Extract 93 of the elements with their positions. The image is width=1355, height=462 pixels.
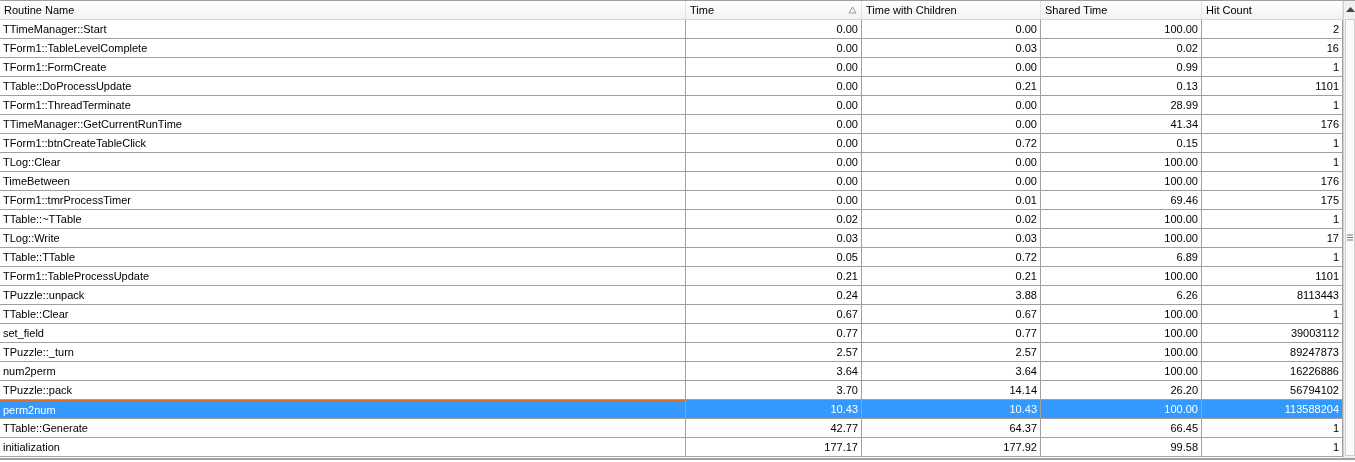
table-cell[interactable]: 66.45 (1041, 419, 1202, 438)
table-cell[interactable]: set_field (0, 324, 686, 343)
table-cell[interactable]: TTable::~TTable (0, 210, 686, 229)
column-header[interactable]: Routine Name (0, 1, 686, 20)
table-cell[interactable]: 0.00 (862, 58, 1041, 77)
table-cell[interactable]: 100.00 (1041, 229, 1202, 248)
table-cell[interactable]: 100.00 (1041, 324, 1202, 343)
table-cell[interactable]: 0.67 (862, 305, 1041, 324)
table-cell[interactable]: 100.00 (1041, 343, 1202, 362)
table-cell[interactable]: 100.00 (1041, 362, 1202, 381)
table-cell[interactable]: 42.77 (686, 419, 862, 438)
table-cell[interactable]: 100.00 (1041, 153, 1202, 172)
table-cell[interactable]: initialization (0, 438, 686, 457)
table-cell[interactable]: 0.00 (686, 172, 862, 191)
table-cell[interactable]: TForm1::ThreadTerminate (0, 96, 686, 115)
table-cell[interactable]: TLog::Write (0, 229, 686, 248)
table-cell[interactable]: TForm1::TableLevelComplete (0, 39, 686, 58)
table-cell[interactable]: 0.00 (686, 20, 862, 39)
table-cell[interactable]: 0.03 (686, 229, 862, 248)
table-cell[interactable]: 0.03 (862, 39, 1041, 58)
table-cell[interactable]: 0.01 (862, 191, 1041, 210)
table-cell[interactable]: TPuzzle::_turn (0, 343, 686, 362)
table-cell[interactable]: 0.24 (686, 286, 862, 305)
table-cell[interactable]: 100.00 (1041, 172, 1202, 191)
table-cell[interactable]: 3.88 (862, 286, 1041, 305)
grip-icon (1347, 234, 1353, 241)
table-cell[interactable]: 100.00 (1041, 210, 1202, 229)
table-cell[interactable]: 6.89 (1041, 248, 1202, 267)
column-header[interactable]: Hit Count (1202, 1, 1343, 20)
table-cell[interactable]: TLog::Clear (0, 153, 686, 172)
table-cell[interactable]: TForm1::TableProcessUpdate (0, 267, 686, 286)
table-cell[interactable]: 100.00 (1041, 267, 1202, 286)
table-cell[interactable]: 0.72 (862, 248, 1041, 267)
table-cell[interactable]: 0.72 (862, 134, 1041, 153)
table-cell[interactable]: 3.64 (686, 362, 862, 381)
table-cell[interactable]: TForm1::FormCreate (0, 58, 686, 77)
scroll-up-icon[interactable] (1345, 7, 1355, 13)
table-cell[interactable]: 64.37 (862, 419, 1041, 438)
table-cell[interactable]: 0.05 (686, 248, 862, 267)
table-cell[interactable]: 2.57 (862, 343, 1041, 362)
table-cell[interactable]: 0.21 (686, 267, 862, 286)
table-cell[interactable]: 0.03 (862, 229, 1041, 248)
table-cell[interactable]: 0.21 (862, 77, 1041, 96)
table-cell[interactable]: 0.00 (862, 96, 1041, 115)
table-cell[interactable]: 0.00 (686, 96, 862, 115)
table-cell[interactable]: 69.46 (1041, 191, 1202, 210)
table-cell[interactable]: 0.00 (862, 153, 1041, 172)
table-cell[interactable]: TTable::Generate (0, 419, 686, 438)
table-cell[interactable]: TTimeManager::Start (0, 20, 686, 39)
column-header[interactable]: Time with Children (862, 1, 1041, 20)
table-cell[interactable]: 0.00 (862, 172, 1041, 191)
table-cell[interactable]: 99.58 (1041, 438, 1202, 457)
table-cell[interactable]: 0.00 (686, 134, 862, 153)
table-cell[interactable]: 0.99 (1041, 58, 1202, 77)
table-cell[interactable]: 28.99 (1041, 96, 1202, 115)
table-cell[interactable]: TimeBetween (0, 172, 686, 191)
scroll-thumb[interactable] (1345, 19, 1355, 456)
scrollbar[interactable] (1343, 1, 1355, 458)
table-cell[interactable]: 0.77 (862, 324, 1041, 343)
table-cell[interactable]: 0.00 (862, 20, 1041, 39)
table-cell[interactable]: 177.92 (862, 438, 1041, 457)
table-cell[interactable]: TForm1::tmrProcessTimer (0, 191, 686, 210)
table-cell[interactable]: 0.00 (686, 153, 862, 172)
table-cell[interactable]: 0.21 (862, 267, 1041, 286)
table-cell[interactable]: 2.57 (686, 343, 862, 362)
table-cell[interactable]: 0.67 (686, 305, 862, 324)
table-cell[interactable]: 177.17 (686, 438, 862, 457)
column-header[interactable]: Shared Time (1041, 1, 1202, 20)
table-cell[interactable]: 0.02 (862, 210, 1041, 229)
table-cell[interactable]: 0.02 (686, 210, 862, 229)
column-header[interactable]: Time (686, 1, 862, 20)
table-cell[interactable]: 0.00 (686, 115, 862, 134)
table-cell[interactable]: 0.00 (686, 39, 862, 58)
table-cell[interactable]: 0.13 (1041, 77, 1202, 96)
table-cell[interactable]: num2perm (0, 362, 686, 381)
table-cell[interactable]: TTable::Clear (0, 305, 686, 324)
table-cell[interactable]: TTimeManager::GetCurrentRunTime (0, 115, 686, 134)
table-cell[interactable]: 41.34 (1041, 115, 1202, 134)
table-cell[interactable]: 100.00 (1041, 20, 1202, 39)
table-cell[interactable]: TForm1::btnCreateTableClick (0, 134, 686, 153)
table-cell[interactable]: 0.00 (686, 191, 862, 210)
table-cell[interactable]: 6.26 (1041, 286, 1202, 305)
table-cell[interactable]: TTable::DoProcessUpdate (0, 77, 686, 96)
table-cell[interactable]: 3.64 (862, 362, 1041, 381)
table-cell[interactable]: 0.02 (1041, 39, 1202, 58)
table-cell[interactable]: 0.77 (686, 324, 862, 343)
table-cell[interactable]: 100.00 (1041, 305, 1202, 324)
table-cell[interactable]: 0.00 (686, 77, 862, 96)
table-cell[interactable]: 0.00 (686, 58, 862, 77)
table-cell[interactable]: TPuzzle::unpack (0, 286, 686, 305)
table-cell[interactable]: 0.15 (1041, 134, 1202, 153)
table-cell[interactable]: TTable::TTable (0, 248, 686, 267)
table-cell[interactable]: 0.00 (862, 115, 1041, 134)
